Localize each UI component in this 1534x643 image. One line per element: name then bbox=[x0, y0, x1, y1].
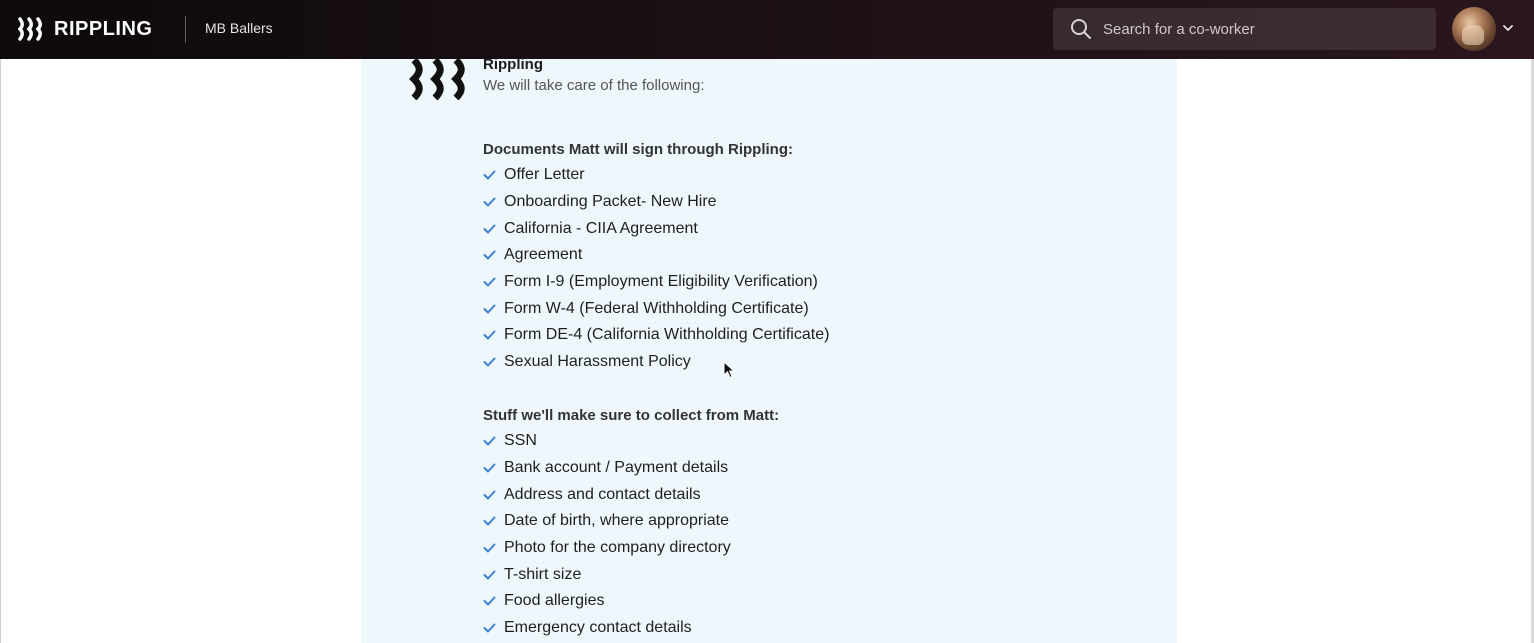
search-input[interactable] bbox=[1103, 8, 1423, 50]
list-item: Form I-9 (Employment Eligibility Verific… bbox=[483, 269, 829, 296]
collect-title: Stuff we'll make sure to collect from Ma… bbox=[483, 407, 780, 424]
check-icon bbox=[483, 250, 496, 260]
check-icon bbox=[483, 516, 496, 526]
list-item: Agreement bbox=[483, 242, 829, 269]
search-icon bbox=[1071, 19, 1091, 39]
check-icon bbox=[483, 224, 496, 234]
header-divider bbox=[185, 16, 186, 43]
check-icon bbox=[483, 623, 496, 633]
document-name: Onboarding Packet- New Hire bbox=[504, 193, 717, 211]
list-item: Photo for the company directory bbox=[483, 535, 731, 562]
check-icon bbox=[483, 543, 496, 553]
check-icon bbox=[483, 436, 496, 446]
check-icon bbox=[483, 490, 496, 500]
list-item: Form W-4 (Federal Withholding Certificat… bbox=[483, 295, 829, 322]
check-icon bbox=[483, 596, 496, 606]
collect-item-name: T-shirt size bbox=[504, 565, 582, 583]
rippling-mark-icon bbox=[409, 58, 465, 100]
list-item: T-shirt size bbox=[483, 561, 731, 588]
list-item: Bank account / Payment details bbox=[483, 455, 731, 482]
search-bar[interactable] bbox=[1053, 8, 1436, 50]
document-name: Offer Letter bbox=[504, 166, 585, 184]
documents-title: Documents Matt will sign through Ripplin… bbox=[483, 141, 793, 158]
check-icon bbox=[483, 304, 496, 314]
check-icon bbox=[483, 463, 496, 473]
collect-item-name: Food allergies bbox=[504, 592, 605, 610]
document-name: Form I-9 (Employment Eligibility Verific… bbox=[504, 273, 818, 291]
document-name: Form W-4 (Federal Withholding Certificat… bbox=[504, 299, 809, 317]
check-icon bbox=[483, 277, 496, 287]
document-name: Agreement bbox=[504, 246, 583, 264]
collect-item-name: Address and contact details bbox=[504, 485, 701, 503]
rippling-logo-icon bbox=[18, 17, 42, 41]
brand-name: RIPPLING bbox=[54, 17, 153, 40]
document-name: Sexual Harassment Policy bbox=[504, 353, 691, 371]
check-icon bbox=[483, 357, 496, 367]
message-sender: Rippling bbox=[483, 56, 543, 73]
mouse-cursor-icon bbox=[723, 361, 735, 379]
document-name: California - CIIA Agreement bbox=[504, 219, 698, 237]
list-item: California - CIIA Agreement bbox=[483, 215, 829, 242]
collect-item-name: Bank account / Payment details bbox=[504, 459, 729, 477]
list-item: Onboarding Packet- New Hire bbox=[483, 189, 829, 216]
check-icon bbox=[483, 170, 496, 180]
collect-item-name: Emergency contact details bbox=[504, 619, 692, 637]
company-name[interactable]: MB Ballers bbox=[205, 20, 273, 36]
collect-list: SSN Bank account / Payment details Addre… bbox=[483, 428, 731, 642]
document-name: Form DE-4 (California Withholding Certif… bbox=[504, 326, 830, 344]
collect-item-name: SSN bbox=[504, 432, 537, 450]
list-item: Address and contact details bbox=[483, 481, 731, 508]
page-border-left bbox=[0, 59, 1, 643]
check-icon bbox=[483, 197, 496, 207]
check-icon bbox=[483, 570, 496, 580]
list-item: Food allergies bbox=[483, 588, 731, 615]
documents-list: Offer Letter Onboarding Packet- New Hire… bbox=[483, 162, 829, 376]
list-item: Sexual Harassment Policy bbox=[483, 349, 829, 376]
list-item: Emergency contact details bbox=[483, 615, 731, 642]
chevron-down-icon[interactable] bbox=[1502, 23, 1514, 33]
top-nav-bar: RIPPLING MB Ballers bbox=[0, 0, 1534, 59]
user-avatar[interactable] bbox=[1452, 7, 1496, 51]
rippling-logo[interactable]: RIPPLING bbox=[18, 17, 152, 41]
list-item: Date of birth, where appropriate bbox=[483, 508, 731, 535]
message-intro: We will take care of the following: bbox=[483, 77, 705, 94]
list-item: Offer Letter bbox=[483, 162, 829, 189]
collect-item-name: Date of birth, where appropriate bbox=[504, 512, 730, 530]
check-icon bbox=[483, 330, 496, 340]
list-item: Form DE-4 (California Withholding Certif… bbox=[483, 322, 829, 349]
collect-item-name: Photo for the company directory bbox=[504, 539, 731, 557]
list-item: SSN bbox=[483, 428, 731, 455]
